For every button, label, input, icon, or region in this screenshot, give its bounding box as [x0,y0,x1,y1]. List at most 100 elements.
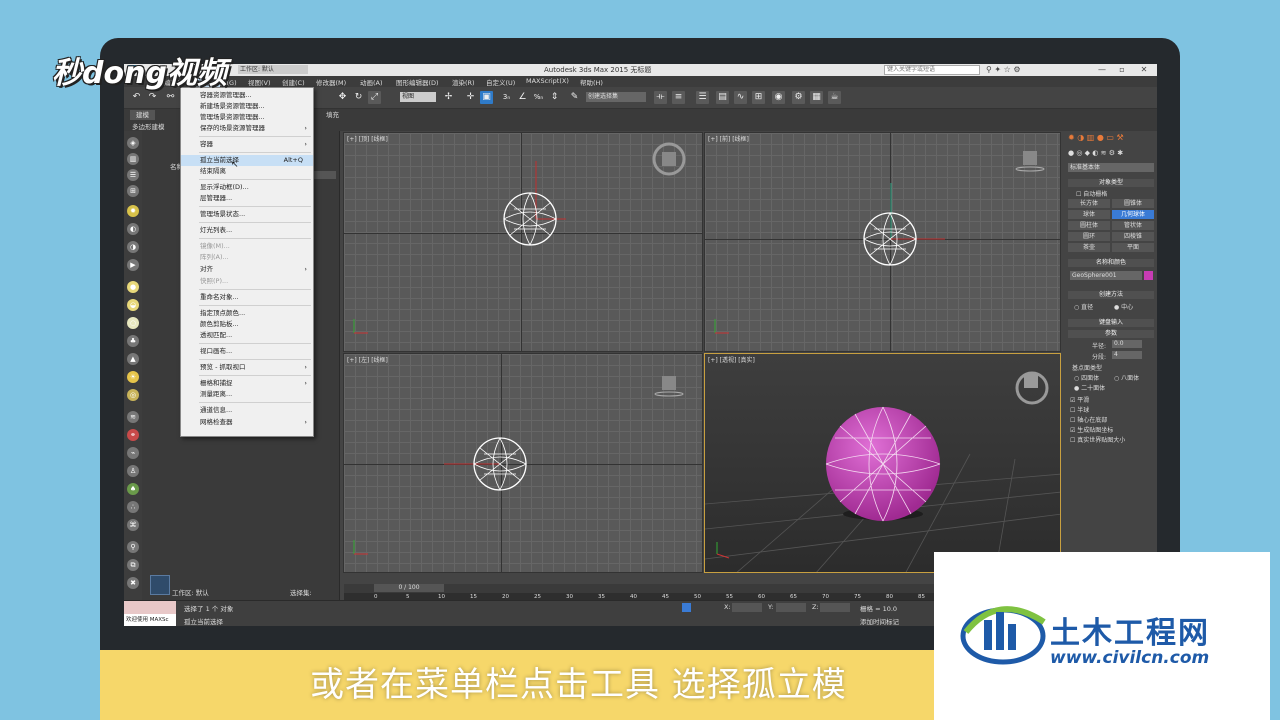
rollout-creation-method[interactable]: 创建方法 [1068,291,1154,299]
check-smooth[interactable]: ☑ 平滑 [1070,395,1089,404]
keyboard-shortcut-icon[interactable]: ▣ [480,91,493,104]
curve-editor-icon[interactable]: ∿ [734,91,747,104]
display-icon[interactable]: ▥ [127,153,139,165]
check-hemisphere[interactable]: ☐ 半球 [1070,405,1089,414]
menu-item-display-floater[interactable]: 显示浮动框(D)... [181,182,313,193]
object-color-swatch[interactable] [1144,271,1153,280]
cylinder-button[interactable]: 圆柱体 [1068,221,1110,230]
pivot-icon[interactable]: ✢ [442,91,455,104]
radio-tetra[interactable]: ○ 四面体 [1074,373,1099,382]
menu-graph-editors[interactable]: 图形编辑器(D) [396,77,439,87]
selection-lock-icon[interactable] [682,603,691,612]
check-base-pivot[interactable]: ☐ 轴心在底部 [1070,415,1107,424]
wave-icon[interactable]: ≋ [127,411,139,423]
edit-named-selection-icon[interactable]: ✎ [568,91,581,104]
light-icon[interactable]: ✹ [127,205,139,217]
radio-diameter[interactable]: ○ 直径 [1074,302,1093,311]
menu-item-snapshot[interactable]: 快照(P)... [181,276,313,287]
omni-icon[interactable]: ◎ [127,389,139,401]
delete-icon[interactable]: ✖ [127,577,139,589]
category-dropdown[interactable]: 标准基本体 [1068,163,1154,172]
menu-item-end-isolate[interactable]: 结束隔离 [181,166,313,177]
plant-icon[interactable]: ♠ [127,483,139,495]
menu-item-grids-snaps[interactable]: 栅格和捕捉 › [181,378,313,389]
snap-icon[interactable]: 3ₙ [500,91,513,104]
torus-button[interactable]: 圆环 [1068,232,1110,241]
undo-icon[interactable]: ↶ [130,91,143,104]
particle-icon[interactable]: ∴ [127,501,139,513]
menu-item-measure-distance[interactable]: 测量距离... [181,389,313,400]
menu-item-manage-scene-explorer[interactable]: 管理场景资源管理器... [181,112,313,123]
menu-item-channel-info[interactable]: 通道信息... [181,405,313,416]
search-tools-icons[interactable]: ⚲ ✦ ☆ ⚙ [986,65,1021,74]
link-icon[interactable]: ⚯ [164,91,177,104]
menu-item-mirror[interactable]: 镜像(M)... [181,241,313,252]
reference-coordinate-dropdown[interactable]: 视图 [400,92,436,102]
sun-icon[interactable]: ☀ [127,371,139,383]
radio-icosa[interactable]: ● 二十面体 [1074,383,1105,392]
status-workspace[interactable]: 工作区: 默认 [172,587,209,597]
redo-icon[interactable]: ↷ [146,91,159,104]
tube-button[interactable]: 管状体 [1112,221,1154,230]
viewport-layout-icon[interactable] [150,575,170,595]
radius-spinner[interactable]: 0.0 [1112,340,1142,348]
ribbon-tab-modeling[interactable]: 建模 [130,110,155,120]
menu-item-light-lister[interactable]: 灯光列表... [181,225,313,236]
rendered-frame-icon[interactable]: ▦ [810,91,823,104]
maxscript-listener[interactable] [124,601,176,614]
schematic-view-icon[interactable]: ⊞ [752,91,765,104]
object-name-field[interactable]: GeoSphere001 [1070,271,1142,280]
align-icon[interactable]: ≡ [672,91,685,104]
geosphere-button[interactable]: 几何球体 [1112,210,1154,219]
workspace-dropdown[interactable]: 工作区: 默认 [238,65,308,74]
spinner-snap-icon[interactable]: ⇕ [548,91,561,104]
tree-icon[interactable]: ♣ [127,335,139,347]
named-selection-dropdown[interactable]: 创建选择集 [586,92,646,102]
menu-item-rename-objects[interactable]: 重命名对象... [181,292,313,303]
ribbon-tab-populate[interactable]: 填充 [320,110,345,120]
menu-create[interactable]: 创建(C) [282,77,305,87]
auto-grid-checkbox[interactable]: ☐ 自动栅格 [1076,189,1107,198]
menu-item-mesh-inspector[interactable]: 网格检查器 › [181,417,313,428]
menu-item-perspective-match[interactable]: 透视匹配... [181,330,313,341]
maxscript-welcome[interactable]: 欢迎使用 MAXSc [124,614,176,626]
viewport-front-label[interactable]: [+] [前] [线框] [708,134,749,143]
menu-item-isolate-selection[interactable]: 孤立当前选择 Alt+Q [181,155,313,166]
viewport-top[interactable]: [+] [顶] [线框] [343,132,703,352]
move-icon[interactable]: ✥ [336,91,349,104]
mirror-icon[interactable]: ⟛ [654,91,667,104]
menu-item-viewport-canvas[interactable]: 视口画布... [181,346,313,357]
teapot-button[interactable]: 茶壶 [1068,243,1110,252]
viewport-front[interactable]: [+] [前] [线框] [704,132,1061,352]
ribbon-sub-polygon-modeling[interactable]: 多边形建模 [132,121,165,131]
cone-icon[interactable]: ▲ [127,353,139,365]
rollout-object-type[interactable]: 对象类型 [1068,179,1154,187]
menu-views[interactable]: 视图(V) [248,77,271,87]
film-icon[interactable]: ▶ [127,259,139,271]
duplicate-icon[interactable]: ⧉ [127,559,139,571]
close-button[interactable]: ✕ [1136,64,1152,76]
render-icon[interactable]: ☕ [828,91,841,104]
dome-icon[interactable]: ◒ [127,299,139,311]
box-button[interactable]: 长方体 [1068,199,1110,208]
bone-icon[interactable]: ⌁ [127,447,139,459]
scene-explorer-icon[interactable]: ▤ [716,91,729,104]
menu-modifiers[interactable]: 修改器(M) [316,77,346,87]
ring-icon[interactable]: ○ [127,317,139,329]
viewport-perspective[interactable]: [+] [透视] [真实] [704,353,1061,573]
menu-item-containers[interactable]: 容器 › [181,139,313,150]
maximize-button[interactable]: ▫ [1114,64,1130,76]
menu-item-align[interactable]: 对齐 › [181,264,313,275]
time-slider[interactable]: 0 / 100 [374,584,444,592]
cloth-icon[interactable]: ⌘ [127,519,139,531]
viewport-left[interactable]: [+] [左] [线框] [343,353,703,573]
rotate-icon[interactable]: ↻ [352,91,365,104]
minimize-button[interactable]: — [1094,64,1110,76]
cone-button[interactable]: 圆锥体 [1112,199,1154,208]
menu-item-grab-viewport[interactable]: 预览 - 抓取视口 › [181,362,313,373]
pyramid-button[interactable]: 四棱锥 [1112,232,1154,241]
menu-rendering[interactable]: 渲染(R) [452,77,475,87]
x-coordinate-field[interactable] [732,603,762,612]
menu-animation[interactable]: 动画(A) [360,77,383,87]
menu-customize[interactable]: 自定义(U) [486,77,515,87]
